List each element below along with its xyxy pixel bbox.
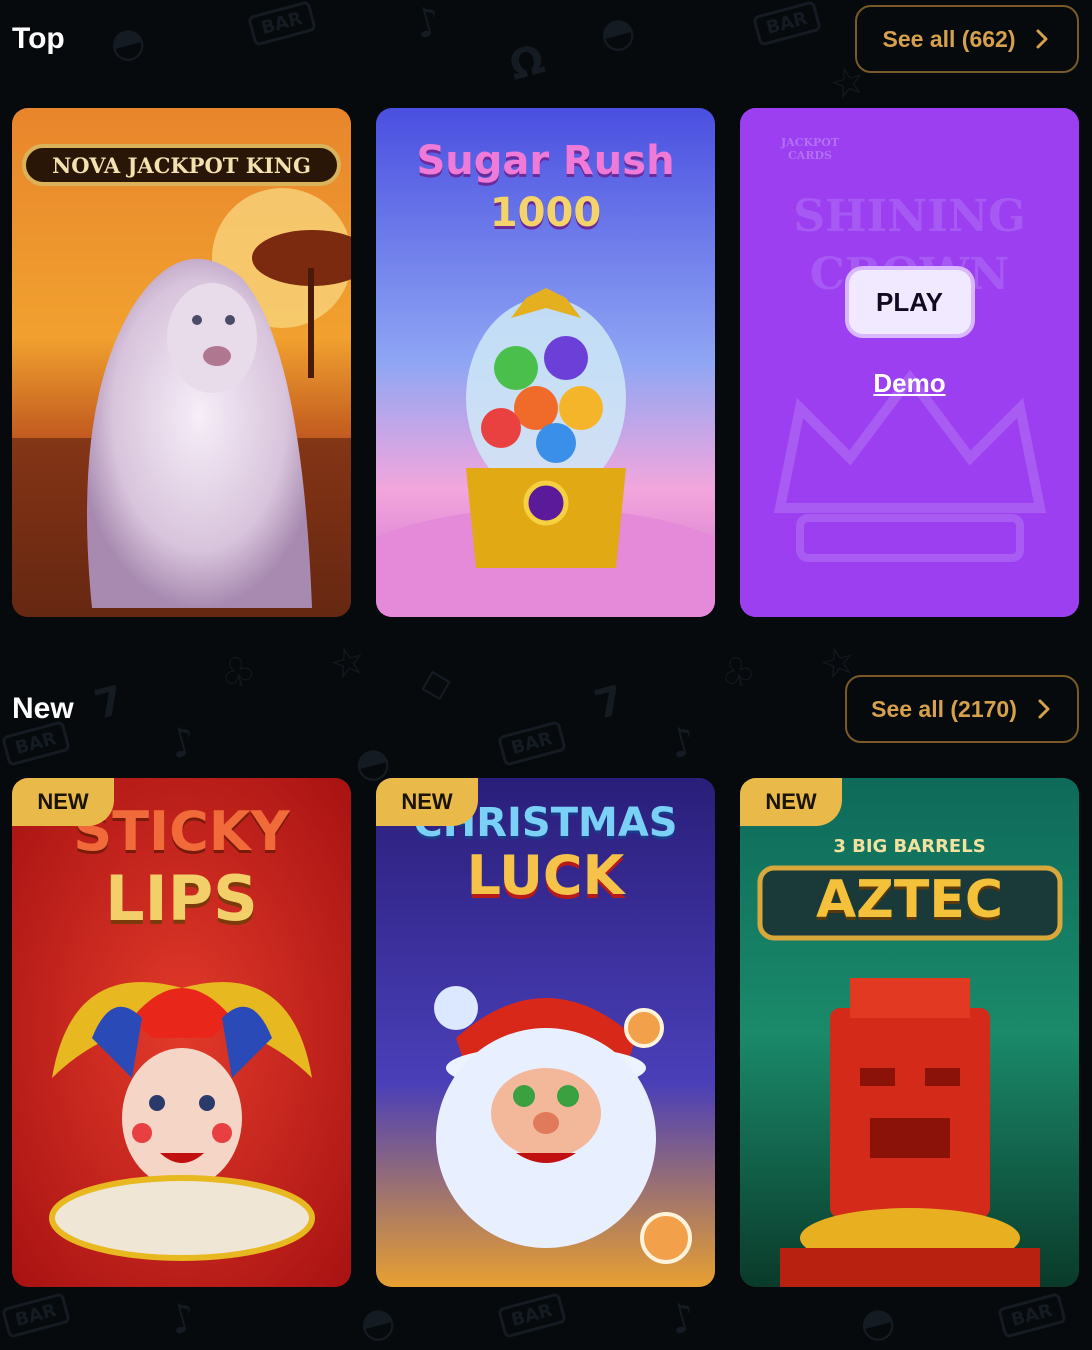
game-title-logo-line2: AZTEC — [815, 870, 1004, 930]
lion-art — [12, 108, 351, 617]
game-title-logo-line2: LUCK — [466, 844, 625, 907]
new-badge: NEW — [740, 778, 842, 826]
see-all-top-button[interactable]: See all (662) — [855, 5, 1079, 73]
new-games-section: New See all (2170) STICKY LIPS NEW CHRIS… — [0, 670, 1092, 1310]
gumball-machine-art — [376, 108, 715, 617]
play-button[interactable]: PLAY — [844, 266, 975, 338]
game-card-nova-jackpot-king[interactable]: NOVA JACKPOT KING — [12, 108, 351, 617]
demo-link[interactable]: Demo — [873, 368, 945, 399]
see-all-new-button[interactable]: See all (2170) — [845, 675, 1079, 743]
play-overlay: PLAY Demo — [740, 108, 1079, 617]
new-badge: NEW — [376, 778, 478, 826]
chevron-right-icon — [1038, 699, 1050, 719]
see-all-label: See all (662) — [882, 25, 1016, 52]
new-badge: NEW — [12, 778, 114, 826]
game-card-christmas-luck[interactable]: CHRISTMAS LUCK NEW — [376, 778, 715, 1287]
top-games-section: Top See all (662) NOVA JACKPOT KING Suga… — [0, 0, 1092, 640]
chevron-right-icon — [1036, 29, 1048, 49]
see-all-label: See all (2170) — [871, 695, 1017, 722]
game-card-3-big-barrels-aztec[interactable]: 3 BIG BARRELS AZTEC NEW — [740, 778, 1079, 1287]
game-title-logo-line1: 3 BIG BARRELS — [833, 836, 986, 857]
section-title-new: New — [12, 692, 74, 725]
game-card-sticky-lips[interactable]: STICKY LIPS NEW — [12, 778, 351, 1287]
section-title-top: Top — [12, 22, 65, 55]
game-title-logo-line2: 1000 — [489, 190, 602, 236]
game-card-shining-crown[interactable]: JACKPOT CARDS SHINING CROWN PLAY Demo — [740, 108, 1079, 617]
game-title-logo-line2: LIPS — [105, 862, 258, 935]
game-title-logo: NOVA JACKPOT KING — [52, 153, 311, 178]
game-title-logo-line1: Sugar Rush — [416, 138, 675, 184]
game-card-sugar-rush-1000[interactable]: Sugar Rush 1000 — [376, 108, 715, 617]
